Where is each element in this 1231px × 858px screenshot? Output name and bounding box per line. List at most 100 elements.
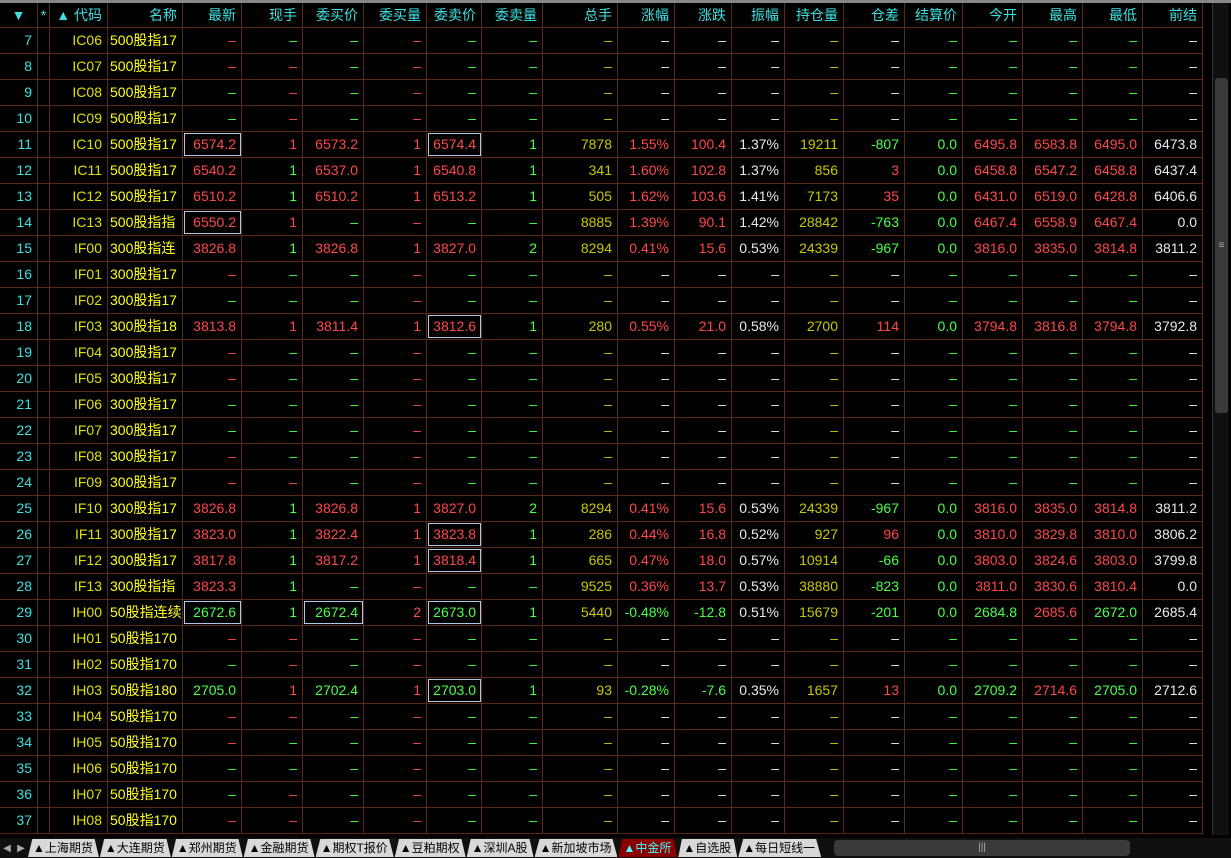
cell-open: – <box>963 652 1023 677</box>
table-row[interactable]: 18 IF03 300股指18 3813.8 1 3811.4 1 3812.6 1 280 0.5… <box>0 314 1203 340</box>
column-header-open[interactable]: 今开 <box>963 3 1023 27</box>
tab-market-10[interactable]: ▲每日短线一 <box>738 839 822 857</box>
cell-high: – <box>1023 106 1083 131</box>
column-header-settle[interactable]: 结算价 <box>905 3 963 27</box>
cell-change-pct: – <box>618 392 675 417</box>
table-row[interactable]: 34 IH05 50股指170– – – – – – – – – – – – – – – – – <box>0 730 1203 756</box>
cell-cur-vol: 1 <box>242 678 303 703</box>
table-row[interactable]: 10 IC09 500股指17– – – – – – – – – – – – – – – – – <box>0 106 1203 132</box>
table-row[interactable]: 9 IC08 500股指17– – – – – – – – – – – – – – – – – <box>0 80 1203 106</box>
column-header-star[interactable]: * <box>38 3 50 27</box>
table-row[interactable]: 36 IH07 50股指170– – – – – – – – – – – – – – – – – <box>0 782 1203 808</box>
table-row[interactable]: 8 IC07 500股指17– – – – – – – – – – – – – – – – – <box>0 54 1203 80</box>
star-cell <box>38 158 50 183</box>
cell-change-pct: 0.41% <box>618 236 675 261</box>
tab-market-6[interactable]: ▲深圳A股 <box>466 839 534 857</box>
table-row[interactable]: 30 IH01 50股指170– – – – – – – – – – – – – – – – – <box>0 626 1203 652</box>
cell-last: – <box>183 418 242 443</box>
tab-scroll-left-icon[interactable]: ◀ <box>0 843 14 854</box>
table-row[interactable]: 27 IF12 300股指17 3817.8 1 3817.2 1 3818.4 1 665 0.4… <box>0 548 1203 574</box>
column-header-change-pct[interactable]: 涨幅 <box>618 3 675 27</box>
cell-total-vol: 505 <box>543 184 618 209</box>
column-header-change[interactable]: 涨跌 <box>675 3 732 27</box>
star-cell <box>38 470 50 495</box>
column-header-ask[interactable]: 委卖价 <box>427 3 482 27</box>
column-header-total-vol[interactable]: 总手 <box>543 3 618 27</box>
table-row[interactable]: 32 IH03 50股指180 2705.0 1 2702.4 1 2703.0 1 93 -0.2… <box>0 678 1203 704</box>
cell-prev-settle: – <box>1143 782 1203 807</box>
cell-open: – <box>963 470 1023 495</box>
row-number: 23 <box>0 444 38 469</box>
column-header-bid[interactable]: 委买价 <box>303 3 364 27</box>
table-row[interactable]: 16 IF01 300股指17– – – – – – – – – – – – – – – – – <box>0 262 1203 288</box>
table-row[interactable]: 31 IH02 50股指170– – – – – – – – – – – – – – – – – <box>0 652 1203 678</box>
table-row[interactable]: 26 IF11 300股指17 3823.0 1 3822.4 1 3823.8 1 286 0.4… <box>0 522 1203 548</box>
table-row[interactable]: 13 IC12 500股指17 6510.2 1 6510.2 1 6513.2 1 505 1.6… <box>0 184 1203 210</box>
tab-scroll-right-icon[interactable]: ▶ <box>14 843 28 854</box>
tab-market-8[interactable]: ▲中金所 <box>618 839 678 857</box>
cell-cur-vol: – <box>242 80 303 105</box>
tab-market-5[interactable]: ▲豆粕期权 <box>394 839 466 857</box>
table-row[interactable]: 35 IH06 50股指170– – – – – – – – – – – – – – – – – <box>0 756 1203 782</box>
table-row[interactable]: 24 IF09 300股指17– – – – – – – – – – – – – – – – – <box>0 470 1203 496</box>
column-header-sort-toggle[interactable]: ▼ <box>0 3 38 27</box>
table-row[interactable]: 12 IC11 500股指17 6540.2 1 6537.0 1 6540.8 1 341 1.6… <box>0 158 1203 184</box>
tab-market-0[interactable]: ▲上海期货 <box>28 839 99 857</box>
column-header-amplitude[interactable]: 振幅 <box>732 3 785 27</box>
tab-market-2[interactable]: ▲郑州期货 <box>171 839 243 857</box>
cell-prev-settle: – <box>1143 288 1203 313</box>
table-row[interactable]: 37 IH08 50股指170– – – – – – – – – – – – – – – – – <box>0 808 1203 834</box>
vertical-scroll-thumb[interactable]: ≡ <box>1215 78 1228 413</box>
table-row[interactable]: 22 IF07 300股指17– – – – – – – – – – – – – – – – – <box>0 418 1203 444</box>
cell-open-interest: – <box>785 340 844 365</box>
cell-total-vol: – <box>543 392 618 417</box>
table-row[interactable]: 28 IF13 300股指指 3823.3 1– – – –9525 0.36% 13.7 0.53… <box>0 574 1203 600</box>
table-row[interactable]: 17 IF02 300股指17– – – – – – – – – – – – – – – – – <box>0 288 1203 314</box>
cell-prev-settle: – <box>1143 652 1203 677</box>
cell-change-pct: – <box>618 808 675 833</box>
cell-bid: 6510.2 <box>303 184 364 209</box>
table-row[interactable]: 23 IF08 300股指17– – – – – – – – – – – – – – – – – <box>0 444 1203 470</box>
table-row[interactable]: 25 IF10 300股指17 3826.8 1 3826.8 1 3827.0 2 8294 0.… <box>0 496 1203 522</box>
vertical-scrollbar[interactable]: ≡ <box>1212 3 1229 835</box>
horizontal-scroll-thumb[interactable]: ||| <box>834 840 1130 856</box>
cell-cur-vol: – <box>242 730 303 755</box>
column-header-oi-change[interactable]: 仓差 <box>844 3 905 27</box>
table-row[interactable]: 15 IF00 300股指连 3826.8 1 3826.8 1 3827.0 2 8294 0.4… <box>0 236 1203 262</box>
row-number: 21 <box>0 392 38 417</box>
column-header-cur-vol[interactable]: 现手 <box>242 3 303 27</box>
tab-market-7[interactable]: ▲新加坡市场 <box>534 839 618 857</box>
cell-change-pct: -0.48% <box>618 600 675 625</box>
column-header-ask-vol[interactable]: 委卖量 <box>482 3 543 27</box>
column-header-high[interactable]: 最高 <box>1023 3 1083 27</box>
cell-change-pct: – <box>618 288 675 313</box>
table-row[interactable]: 14 IC13 500股指指 6550.2 1– – – –8885 1.39% 90.1 1.42… <box>0 210 1203 236</box>
tab-market-3[interactable]: ▲金融期货 <box>243 839 315 857</box>
table-row[interactable]: 19 IF04 300股指17– – – – – – – – – – – – – – – – – <box>0 340 1203 366</box>
cell-change-pct: – <box>618 470 675 495</box>
table-row[interactable]: 11 IC10 500股指17 6574.2 1 6573.2 1 6574.4 1 7878 1.… <box>0 132 1203 158</box>
table-row[interactable]: 7 IC06 500股指17– – – – – – – – – – – – – – – – – <box>0 28 1203 54</box>
tab-market-1[interactable]: ▲大连期货 <box>99 839 171 857</box>
column-header-last[interactable]: 最新 <box>183 3 242 27</box>
tab-market-9[interactable]: ▲自选股 <box>678 839 738 857</box>
cell-high: – <box>1023 704 1083 729</box>
cell-change: – <box>675 392 732 417</box>
row-number: 33 <box>0 704 38 729</box>
column-header-low[interactable]: 最低 <box>1083 3 1143 27</box>
cell-total-vol: – <box>543 652 618 677</box>
table-row[interactable]: 20 IF05 300股指17– – – – – – – – – – – – – – – – – <box>0 366 1203 392</box>
tab-market-4[interactable]: ▲期权T报价 <box>315 839 394 857</box>
cell-ask-vol: – <box>482 808 543 833</box>
cell-cur-vol: – <box>242 54 303 79</box>
column-header-open-interest[interactable]: 持仓量 <box>785 3 844 27</box>
table-row[interactable]: 33 IH04 50股指170– – – – – – – – – – – – – – – – – <box>0 704 1203 730</box>
column-header-name[interactable]: 名称 <box>108 3 183 27</box>
column-header-prev-settle[interactable]: 前结 <box>1143 3 1203 27</box>
column-header-bid-vol[interactable]: 委买量 <box>364 3 427 27</box>
row-number: 29 <box>0 600 38 625</box>
table-row[interactable]: 29 IH00 50股指连续 2672.6 1 2672.4 2 2673.0 1 5440 -0.… <box>0 600 1203 626</box>
table-row[interactable]: 21 IF06 300股指17– – – – – – – – – – – – – – – – – <box>0 392 1203 418</box>
contract-name: 300股指17 <box>108 470 183 495</box>
column-header-code[interactable]: ▲ 代码 <box>50 3 108 27</box>
